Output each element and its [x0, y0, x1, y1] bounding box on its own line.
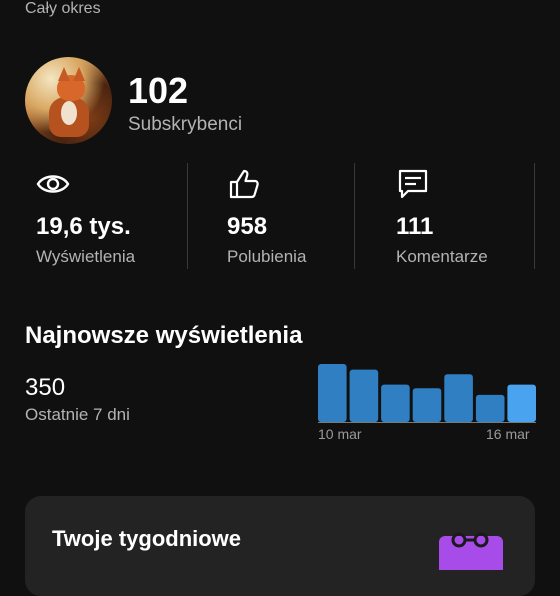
divider — [187, 163, 188, 269]
subscriber-count: 102 — [128, 70, 189, 111]
weekly-card[interactable]: Twoje tygodniowe — [25, 496, 535, 596]
recent-views-period: Ostatnie 7 dni — [25, 405, 130, 424]
stat-views-value: 19,6 tys. — [36, 213, 131, 240]
chart-bar-12-mar[interactable] — [381, 384, 410, 422]
bar-chart-svg — [318, 364, 536, 423]
x-tick-start: 10 mar — [318, 426, 362, 442]
chart-bar-14-mar[interactable] — [444, 374, 473, 422]
eye-icon — [36, 175, 70, 193]
recent-views-value: 350 — [25, 374, 66, 401]
period-label[interactable]: Cały okres — [25, 0, 101, 18]
stat-comments[interactable]: 111 Komentarze — [396, 163, 526, 271]
chart-bar-11-mar[interactable] — [349, 369, 379, 422]
stat-views[interactable]: 19,6 tys. Wyświetlenia — [36, 163, 176, 271]
stat-likes[interactable]: 958 Polubienia — [227, 163, 347, 271]
avatar-fox-chest — [61, 101, 77, 125]
chart-bar-16-mar[interactable] — [507, 384, 536, 422]
recent-views-title: Najnowsze wyświetlenia — [25, 322, 303, 349]
calendar-icon — [439, 532, 503, 570]
chart-bar-15-mar[interactable] — [475, 394, 505, 422]
x-tick-end: 16 mar — [486, 426, 530, 442]
stat-views-label: Wyświetlenia — [36, 247, 136, 266]
stat-likes-value: 958 — [227, 213, 268, 240]
chart-bar-10-mar[interactable] — [318, 364, 347, 422]
channel-avatar[interactable] — [25, 57, 112, 144]
recent-views-chart[interactable] — [318, 362, 536, 424]
weekly-card-title: Twoje tygodniowe — [52, 526, 242, 551]
comment-icon — [398, 169, 428, 199]
divider — [354, 163, 355, 269]
divider — [534, 163, 535, 269]
thumbs-up-icon — [229, 169, 259, 199]
avatar-fox-ear — [58, 67, 70, 81]
avatar-fox-ear — [73, 67, 85, 81]
stat-comments-label: Komentarze — [396, 247, 488, 266]
stat-likes-label: Polubienia — [227, 247, 307, 266]
subscriber-label: Subskrybenci — [128, 114, 243, 135]
stat-comments-value: 111 — [396, 213, 434, 240]
chart-bar-13-mar[interactable] — [412, 388, 442, 422]
